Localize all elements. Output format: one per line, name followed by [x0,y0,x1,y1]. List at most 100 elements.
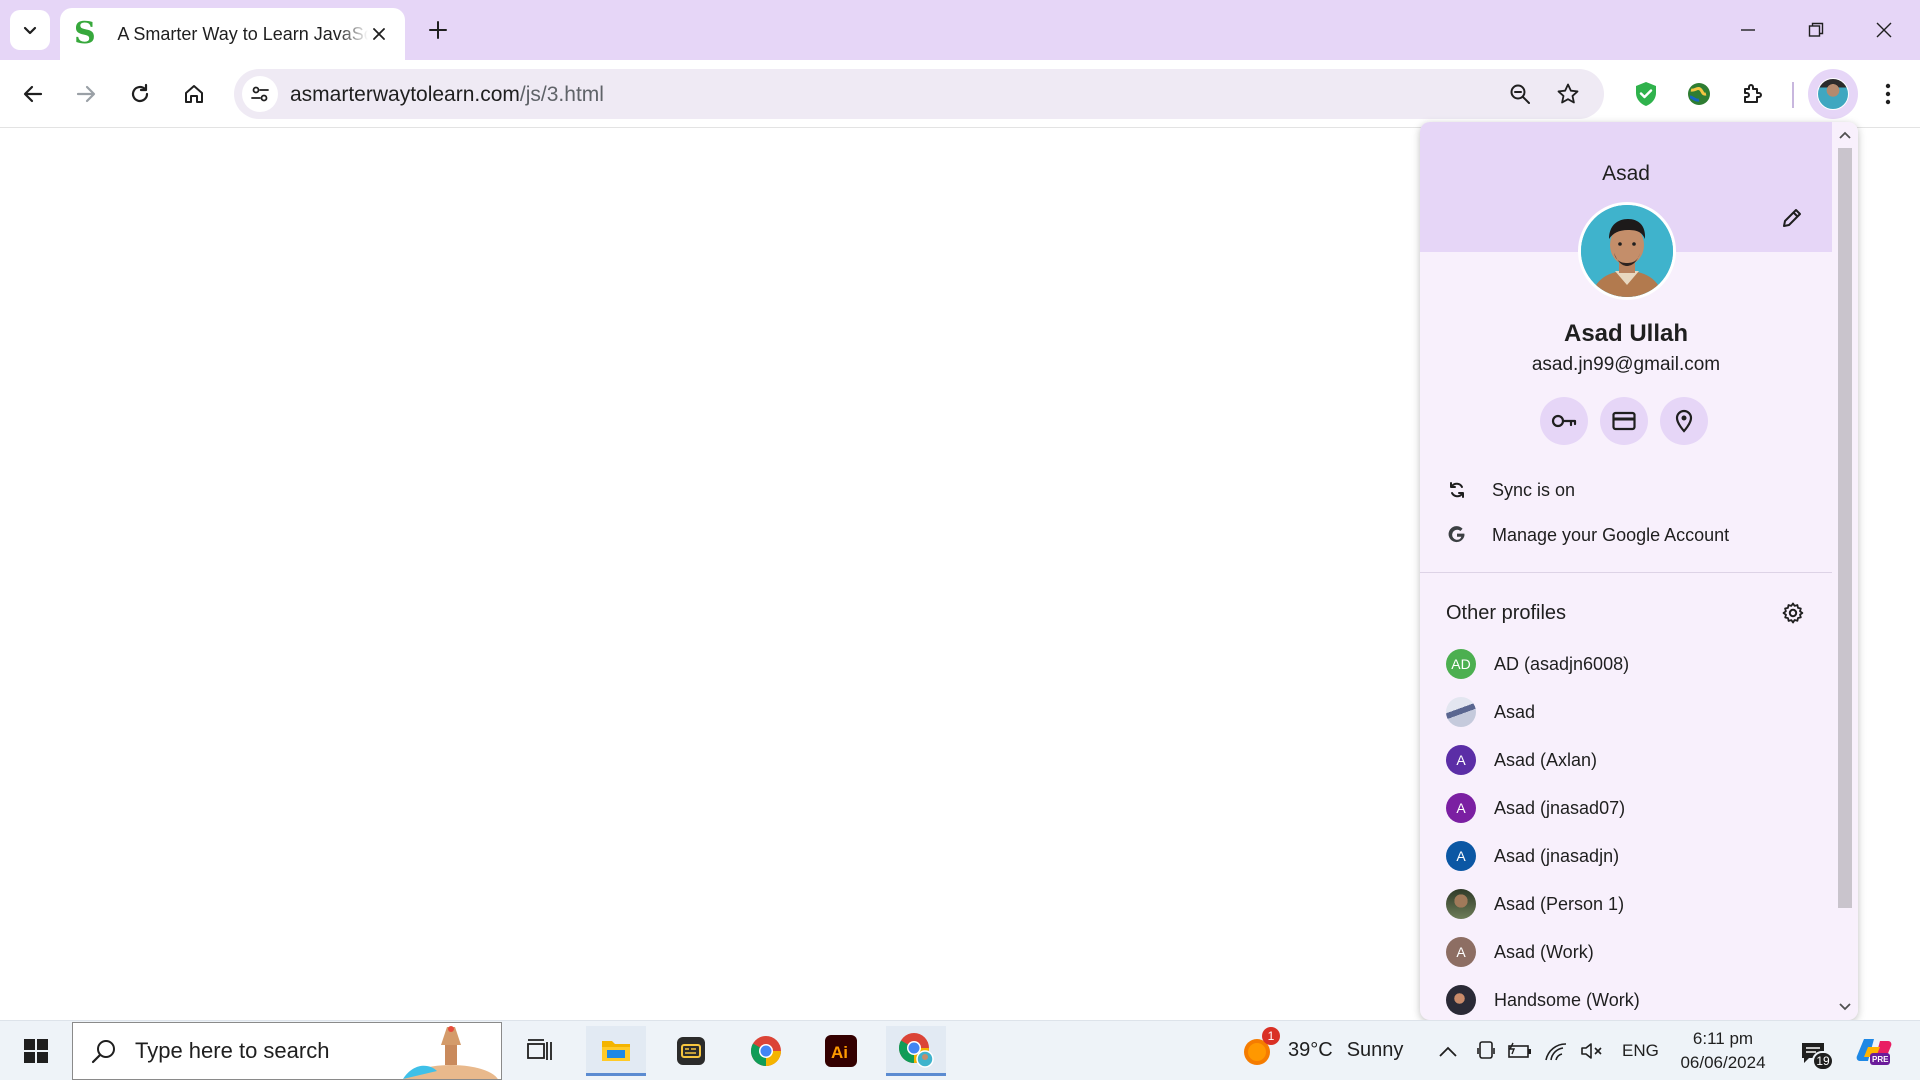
star-icon [1557,83,1579,104]
avatar: A [1446,745,1476,775]
tab-search-button[interactable] [10,10,50,50]
wifi-tray-icon[interactable] [1544,1039,1568,1063]
profile-item[interactable]: Handsome (Work) [1420,976,1832,1020]
sync-status-item[interactable]: Sync is on [1420,468,1832,512]
battery-tray-icon[interactable] [1508,1039,1532,1063]
illustrator-app[interactable]: Ai [811,1026,871,1076]
scroll-up-button[interactable] [1836,126,1854,144]
task-view-icon [527,1039,552,1060]
show-hidden-icons-button[interactable] [1436,1039,1460,1063]
active-tab[interactable]: S A Smarter Way to Learn JavaScript [60,8,405,60]
chrome-icon [750,1036,781,1066]
manage-profiles-button[interactable] [1778,598,1808,628]
wifi-icon [1545,1043,1567,1061]
arrow-right-icon [76,85,96,103]
scroll-thumb[interactable] [1838,148,1852,908]
globe-extension-button[interactable] [1679,74,1719,114]
payment-methods-button[interactable] [1600,397,1648,445]
home-button[interactable] [174,74,214,114]
more-vert-icon [1885,83,1891,105]
close-icon [373,28,386,40]
start-button[interactable] [6,1026,66,1076]
restore-button[interactable] [1782,0,1850,60]
bookmark-button[interactable] [1552,78,1584,110]
profile-item[interactable]: AD AD (asadjn6008) [1420,640,1832,688]
device-tray-icon[interactable] [1474,1039,1498,1063]
chevron-down-icon [23,26,37,35]
taskbar-clock[interactable]: 6:11 pm 06/06/2024 [1668,1027,1778,1075]
close-window-button[interactable] [1850,0,1918,60]
profile-item[interactable]: A Asad (jnasadjn) [1420,832,1832,880]
forward-button[interactable] [66,74,106,114]
copilot-icon: PRE [1856,1039,1892,1065]
sync-icon [1446,479,1468,501]
puzzle-icon [1744,84,1762,103]
url-path: /js/3.html [519,83,604,106]
minimize-button[interactable] [1714,0,1782,60]
search-placeholder: Type here to search [135,1038,330,1063]
weather-widget[interactable]: 1 39°C Sunny [1242,1027,1404,1067]
back-button[interactable] [13,74,53,114]
volume-tray-icon[interactable] [1580,1039,1604,1063]
profile-name: Asad (jnasadjn) [1494,845,1620,866]
manage-google-account-label: Manage your Google Account [1492,524,1730,545]
tab-title: A Smarter Way to Learn JavaScript [117,23,367,44]
scroll-down-button[interactable] [1836,998,1854,1016]
taskbar-search-box[interactable]: Type here to search [72,1022,502,1080]
clock-time: 6:11 pm [1692,1029,1754,1048]
chrome-menu-button[interactable] [1868,74,1908,114]
chrome-app[interactable] [736,1026,796,1076]
sync-status-label: Sync is on [1492,479,1576,500]
profile-name: AD (asadjn6008) [1494,653,1630,674]
avatar: A [1446,841,1476,871]
shield-extension-button[interactable] [1626,74,1666,114]
url-text: asmarterwaytolearn.com/js/3.html [290,83,604,107]
key-icon [1551,414,1577,428]
extensions-button[interactable] [1733,74,1773,114]
manage-google-account-item[interactable]: Manage your Google Account [1420,513,1832,557]
chevron-down-icon [1839,1003,1851,1011]
avatar [1446,697,1476,727]
battery-charging-icon [1508,1042,1531,1058]
site-info-button[interactable] [242,76,278,112]
menu-divider [1420,572,1832,573]
passwords-button[interactable] [1540,397,1588,445]
new-tab-button[interactable] [420,12,456,48]
profile-item[interactable]: A Asad (Axlan) [1420,736,1832,784]
input-language[interactable]: ENG [1622,1041,1659,1061]
profile-header-name: Asad [1602,162,1650,185]
address-bar[interactable]: asmarterwaytolearn.com/js/3.html [234,69,1604,119]
gear-icon [1782,602,1804,624]
edit-profile-button[interactable] [1774,200,1810,236]
device-icon [1477,1041,1495,1059]
weather-condition: Sunny [1346,1038,1404,1061]
site-favicon-icon: S [74,16,96,51]
terminal-app[interactable] [661,1026,721,1076]
profile-menu: Asad Asad Ullah asad.jn99@gmail.com Sync… [1420,122,1858,1020]
task-view-button[interactable] [510,1026,570,1076]
profile-button[interactable] [1808,69,1858,119]
zoom-out-icon [1510,84,1530,104]
file-explorer-app[interactable] [586,1026,646,1076]
profile-item[interactable]: A Asad (jnasad07) [1420,784,1832,832]
profile-name: Asad (Work) [1494,941,1594,962]
restore-icon [1808,22,1824,37]
chrome-profile-app[interactable] [886,1026,946,1076]
volume-muted-icon [1581,1043,1602,1059]
tab-close-button[interactable] [368,22,391,46]
reload-button[interactable] [120,74,160,114]
addresses-button[interactable] [1660,397,1708,445]
notification-center-button[interactable]: 19 [1796,1035,1834,1071]
copilot-button[interactable]: PRE [1854,1033,1894,1069]
close-icon [1876,22,1892,38]
plus-icon [429,21,447,39]
zoom-button[interactable] [1504,78,1536,110]
profile-item[interactable]: Asad [1420,688,1832,736]
profile-menu-scrollbar[interactable] [1832,122,1858,1020]
profile-item[interactable]: Asad (Person 1) [1420,880,1832,928]
sun-icon: 1 [1242,1027,1280,1067]
home-icon [185,85,203,103]
profile-item[interactable]: A Asad (Work) [1420,928,1832,976]
svg-text:PRE: PRE [1872,1055,1889,1064]
search-highlight-illustration [403,1026,498,1079]
